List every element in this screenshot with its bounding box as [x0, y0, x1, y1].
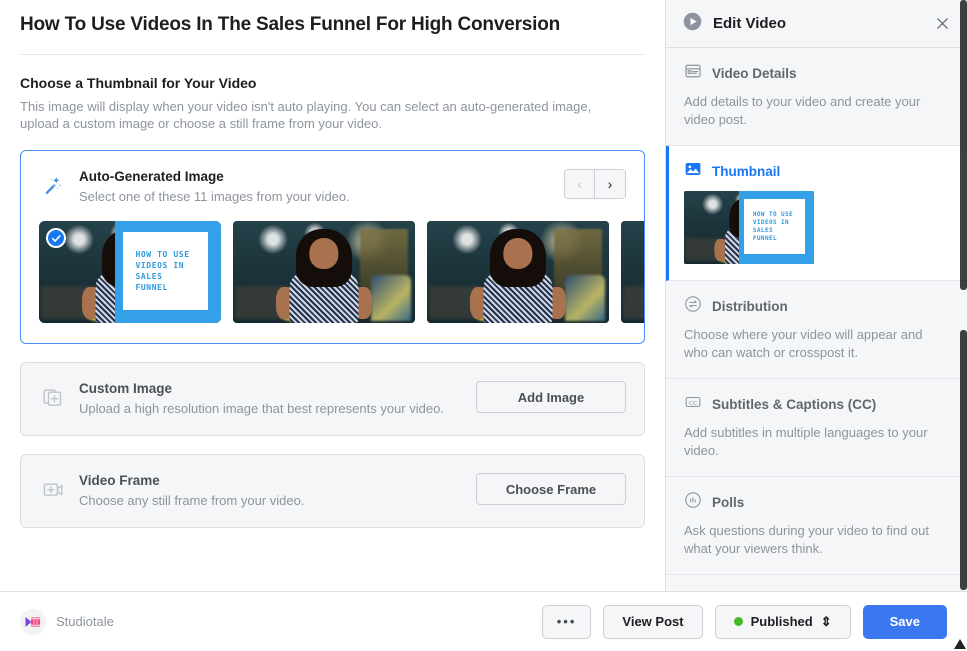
- sidebar-title: Edit Video: [713, 15, 787, 32]
- video-details-head: Video Details: [684, 62, 949, 85]
- video-still-2: [233, 221, 415, 323]
- image-icon: [684, 160, 702, 183]
- status-dropdown[interactable]: Published ⇕: [714, 604, 851, 639]
- thumbnail-head: Thumbnail: [684, 160, 949, 183]
- section-title: Choose a Thumbnail for Your Video: [20, 75, 257, 91]
- close-icon[interactable]: [929, 10, 955, 36]
- add-image-button[interactable]: Add Image: [476, 381, 626, 413]
- video-frame-action: Choose Frame: [476, 473, 626, 505]
- subtitles-desc: Add subtitles in multiple languages to y…: [684, 425, 928, 458]
- status-dot-icon: [733, 617, 743, 626]
- polls-head: Polls: [684, 491, 949, 514]
- subtitles-label: Subtitles & Captions (CC): [712, 397, 877, 412]
- auto-generated-image-card[interactable]: Auto-Generated Image Select one of these…: [20, 150, 645, 344]
- video-still-3: [427, 221, 609, 323]
- carousel-next-button[interactable]: ›: [595, 170, 625, 198]
- auto-generated-image-desc: Select one of these 11 images from your …: [79, 189, 350, 204]
- thumbnail-label: Thumbnail: [712, 164, 781, 179]
- custom-image-text: Custom Image Upload a high resolution im…: [79, 381, 460, 417]
- edit-video-dialog: How To Use Videos In The Sales Funnel Fo…: [0, 0, 967, 651]
- sidebar-item-thumbnail[interactable]: Thumbnail How To Use Videos In Sales Fun…: [666, 146, 967, 281]
- polls-icon: [684, 491, 702, 514]
- status-caret-icon: ⇕: [820, 613, 832, 629]
- brand: Studiotale: [20, 608, 114, 635]
- thumbnail-overlay-text-1: How To Use Videos In Sales Funnel: [135, 249, 190, 292]
- cc-icon: CC: [684, 393, 702, 416]
- status-label: Published: [750, 614, 813, 629]
- page-title: How To Use Videos In The Sales Funnel Fo…: [20, 0, 645, 55]
- window-scrollbar-thumb[interactable]: [960, 0, 967, 290]
- auto-generated-image-title: Auto-Generated Image: [79, 169, 224, 184]
- view-post-button[interactable]: View Post: [603, 604, 703, 639]
- thumbnail-option-2[interactable]: [233, 221, 415, 323]
- thumbnail-section-header: Choose a Thumbnail for Your Video This i…: [20, 55, 645, 132]
- choose-frame-button[interactable]: Choose Frame: [476, 473, 626, 505]
- carousel-nav: ‹ ›: [564, 169, 626, 199]
- window-scrollbar[interactable]: [960, 0, 967, 651]
- custom-image-title: Custom Image: [79, 381, 173, 396]
- save-button[interactable]: Save: [862, 604, 947, 639]
- dialog-body: How To Use Videos In The Sales Funnel Fo…: [0, 0, 967, 591]
- thumbnail-option-4[interactable]: [621, 221, 644, 323]
- video-frame-row: Video Frame Choose any still frame from …: [21, 455, 644, 527]
- auto-generated-image-row: Auto-Generated Image Select one of these…: [21, 151, 644, 215]
- selected-check-icon: [46, 228, 66, 248]
- play-circle-icon: [682, 11, 703, 37]
- video-frame-desc: Choose any still frame from your video.: [79, 493, 305, 508]
- polls-label: Polls: [712, 495, 745, 510]
- thumbnail-main-panel: How To Use Videos In The Sales Funnel Fo…: [0, 0, 665, 591]
- more-options-button[interactable]: •••: [541, 604, 592, 639]
- subtitles-head: CC Subtitles & Captions (CC): [684, 393, 949, 416]
- sidebar-video-still: How To Use Videos In Sales Funnel: [684, 191, 814, 264]
- brand-name: Studiotale: [56, 614, 114, 629]
- sidebar-item-subtitles[interactable]: CC Subtitles & Captions (CC) Add subtitl…: [666, 379, 967, 477]
- section-description: This image will display when your video …: [20, 99, 592, 131]
- thumbnail-carousel[interactable]: How To Use Videos In Sales Funnel: [21, 215, 644, 343]
- add-image-icon: [39, 383, 67, 411]
- custom-image-desc: Upload a high resolution image that best…: [79, 401, 444, 416]
- thumbnail-option-1[interactable]: How To Use Videos In Sales Funnel: [39, 221, 221, 323]
- window-scrollbar-thumb-lower[interactable]: [960, 330, 967, 590]
- custom-image-card[interactable]: Custom Image Upload a high resolution im…: [20, 362, 645, 436]
- video-details-desc: Add details to your video and create you…: [684, 94, 921, 127]
- sidebar-thumbnail-overlay-text: How To Use Videos In Sales Funnel: [752, 210, 794, 242]
- sidebar-item-polls[interactable]: Polls Ask questions during your video to…: [666, 477, 967, 575]
- sidebar-header: Edit Video: [666, 0, 967, 48]
- sidebar-item-distribution[interactable]: Distribution Choose where your video wil…: [666, 281, 967, 379]
- video-still-1: How To Use Videos In Sales Funnel: [39, 221, 221, 323]
- video-details-icon: [684, 62, 702, 85]
- video-frame-title: Video Frame: [79, 473, 160, 488]
- custom-image-action: Add Image: [476, 381, 626, 413]
- distribution-desc: Choose where your video will appear and …: [684, 327, 923, 360]
- thumbnail-option-3[interactable]: [427, 221, 609, 323]
- studiotale-logo: [20, 608, 46, 635]
- distribution-icon: [684, 295, 702, 318]
- magic-wand-icon: [39, 171, 67, 199]
- dialog-footer: Studiotale ••• View Post Published ⇕ Sav…: [0, 591, 967, 651]
- edit-video-sidebar: Edit Video Video Details Add details to …: [665, 0, 967, 591]
- sidebar-item-list: Video Details Add details to your video …: [666, 48, 967, 591]
- polls-desc: Ask questions during your video to find …: [684, 523, 929, 556]
- carousel-prev-button[interactable]: ‹: [565, 170, 595, 198]
- video-details-label: Video Details: [712, 66, 797, 81]
- distribution-head: Distribution: [684, 295, 949, 318]
- video-frame-card[interactable]: Video Frame Choose any still frame from …: [20, 454, 645, 528]
- custom-image-row: Custom Image Upload a high resolution im…: [21, 363, 644, 435]
- distribution-label: Distribution: [712, 299, 788, 314]
- svg-text:CC: CC: [689, 401, 697, 407]
- add-video-frame-icon: [39, 475, 67, 503]
- footer-actions: ••• View Post Published ⇕ Save: [541, 604, 947, 639]
- video-still-4: [621, 221, 644, 323]
- sidebar-item-video-details[interactable]: Video Details Add details to your video …: [666, 48, 967, 146]
- video-frame-text: Video Frame Choose any still frame from …: [79, 473, 460, 509]
- auto-generated-image-text: Auto-Generated Image Select one of these…: [79, 169, 548, 205]
- sidebar-thumbnail-preview[interactable]: How To Use Videos In Sales Funnel: [684, 191, 814, 264]
